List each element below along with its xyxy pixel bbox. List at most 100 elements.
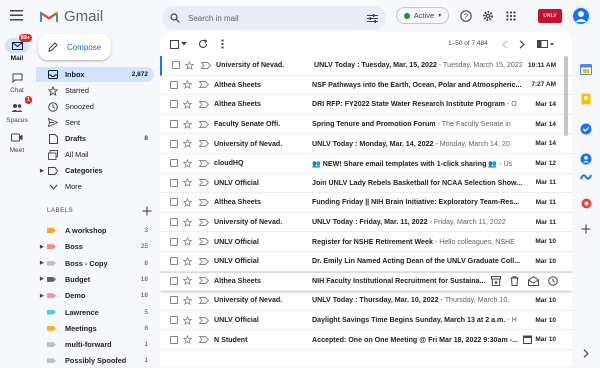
email-row[interactable]: University of Nevad. UNLV Today : Tuesday… (160, 56, 572, 76)
email-row[interactable]: Althea Sheets Funding Friday || NIH Brain… (160, 193, 572, 213)
row-checkbox[interactable] (172, 61, 180, 70)
nav-all-mail[interactable]: All Mail (36, 147, 154, 162)
importance-marker-icon[interactable] (199, 336, 209, 344)
unlv-logo[interactable]: UNLV (538, 9, 562, 23)
expand-panel-icon[interactable] (579, 346, 593, 360)
search-bar[interactable] (162, 6, 386, 30)
importance-marker-icon[interactable] (199, 120, 209, 128)
row-checkbox[interactable] (170, 335, 178, 344)
help-icon[interactable]: ? (458, 8, 474, 24)
importance-marker-icon[interactable] (199, 316, 209, 324)
search-icon[interactable] (170, 13, 180, 23)
importance-marker-icon[interactable] (199, 81, 209, 89)
more-options-icon[interactable] (218, 38, 226, 50)
compose-button[interactable]: Compose (38, 34, 111, 60)
nav-more[interactable]: More (36, 179, 154, 194)
tasks-icon[interactable] (579, 122, 593, 136)
addon-red-icon[interactable] (579, 196, 593, 210)
star-icon[interactable] (183, 99, 192, 109)
row-checkbox[interactable] (170, 316, 178, 325)
row-checkbox[interactable] (170, 100, 178, 109)
row-checkbox[interactable] (170, 120, 178, 129)
row-checkbox[interactable] (170, 276, 178, 285)
importance-marker-icon[interactable] (199, 101, 209, 108)
star-icon[interactable] (183, 276, 192, 286)
email-row[interactable]: UNLV Official Dr. Emily Lin Named Acting … (160, 252, 572, 272)
row-checkbox[interactable] (170, 80, 178, 89)
importance-marker-icon[interactable] (199, 257, 209, 265)
label-item[interactable]: ▶ Demo 18 (36, 288, 154, 303)
rail-meet[interactable]: Meet (0, 130, 34, 154)
mark-read-icon[interactable] (528, 275, 539, 286)
search-input[interactable] (188, 13, 359, 23)
star-icon[interactable] (183, 178, 192, 188)
email-row[interactable]: UNLV Official Join UNLV Lady Rebels Baske… (160, 173, 572, 194)
row-checkbox[interactable] (170, 218, 178, 227)
gmail-logo[interactable]: Gmail (40, 8, 103, 25)
settings-gear-icon[interactable] (480, 8, 496, 24)
star-icon[interactable] (183, 80, 192, 90)
star-icon[interactable] (183, 295, 192, 305)
importance-marker-icon[interactable] (199, 297, 209, 304)
importance-marker-icon[interactable] (199, 179, 209, 187)
row-checkbox[interactable] (170, 159, 178, 168)
delete-icon[interactable] (510, 276, 519, 286)
add-label-icon[interactable] (142, 206, 152, 216)
row-checkbox[interactable] (170, 139, 178, 148)
row-checkbox[interactable] (170, 257, 178, 266)
email-row[interactable]: Althea Sheets NIH Faculty Institutional R… (160, 271, 572, 292)
contacts-icon[interactable] (579, 152, 593, 166)
calendar-icon[interactable] (579, 62, 593, 76)
label-item[interactable]: ▶ Budget 18 (36, 272, 154, 287)
scrollbar[interactable] (564, 56, 568, 136)
apps-grid-icon[interactable] (503, 8, 519, 24)
star-icon[interactable] (183, 335, 192, 345)
nav-inbox[interactable]: Inbox 2,872 (36, 67, 154, 82)
refresh-icon[interactable] (197, 38, 209, 50)
email-row[interactable]: N Student Accepted: One on One Meeting @ … (160, 330, 572, 350)
star-icon[interactable] (183, 315, 192, 325)
status-selector[interactable]: Active ▾ (396, 7, 449, 24)
importance-marker-icon[interactable] (199, 199, 209, 206)
importance-marker-icon[interactable] (199, 140, 209, 148)
star-icon[interactable] (183, 119, 192, 129)
row-checkbox[interactable] (170, 237, 178, 246)
star-icon[interactable] (183, 158, 192, 168)
label-item[interactable]: Lawrence 5 (36, 305, 154, 320)
nav-drafts[interactable]: Drafts 8 (36, 131, 154, 146)
star-icon[interactable] (183, 197, 192, 207)
nav-categories[interactable]: ▶ Categories (36, 163, 154, 178)
email-row[interactable]: University of Nevad. UNLV Today : Friday,… (160, 212, 572, 233)
importance-marker-icon[interactable] (199, 218, 209, 226)
email-row[interactable]: Althea Sheets DRI RFP: FY2022 State Water… (160, 95, 572, 115)
nav-starred[interactable]: Starred (36, 83, 154, 98)
prev-page-icon[interactable] (500, 38, 510, 50)
label-item[interactable]: A workshop 3 (36, 223, 154, 238)
keep-icon[interactable] (579, 92, 593, 106)
rail-mail[interactable]: 99+ Mail (0, 34, 34, 62)
star-icon[interactable] (183, 139, 192, 149)
email-row[interactable]: UNLV Official Register for NSHE Retiremen… (160, 232, 572, 252)
main-menu-icon[interactable] (10, 10, 23, 21)
rail-spaces[interactable]: 1 Spaces (0, 96, 34, 124)
add-addon-icon[interactable] (579, 222, 593, 236)
select-dropdown-icon[interactable] (181, 38, 187, 50)
star-icon[interactable] (183, 256, 192, 266)
label-item[interactable]: ▶ Boss 25 (36, 239, 154, 254)
avatar[interactable] (571, 6, 591, 26)
star-icon[interactable] (183, 237, 192, 247)
label-item[interactable]: multi-forward 1 (36, 337, 154, 352)
rail-chat[interactable]: Chat (0, 70, 34, 94)
next-page-icon[interactable] (517, 38, 527, 50)
calendar-event-icon[interactable] (523, 335, 532, 345)
row-checkbox[interactable] (170, 178, 178, 187)
label-item[interactable]: Meetings 8 (36, 321, 154, 336)
addon-wave-icon[interactable] (579, 170, 593, 184)
nav-snoozed[interactable]: Snoozed (36, 99, 154, 114)
nav-sent[interactable]: Sent (36, 115, 154, 130)
archive-icon[interactable] (491, 275, 501, 286)
email-row[interactable]: Faculty Senate Offi. Spring Tenure and Pr… (160, 114, 572, 135)
star-icon[interactable] (183, 217, 192, 227)
email-row[interactable]: University of Nevad. UNLV Today : Monday,… (160, 134, 572, 154)
importance-marker-icon[interactable] (201, 61, 211, 69)
